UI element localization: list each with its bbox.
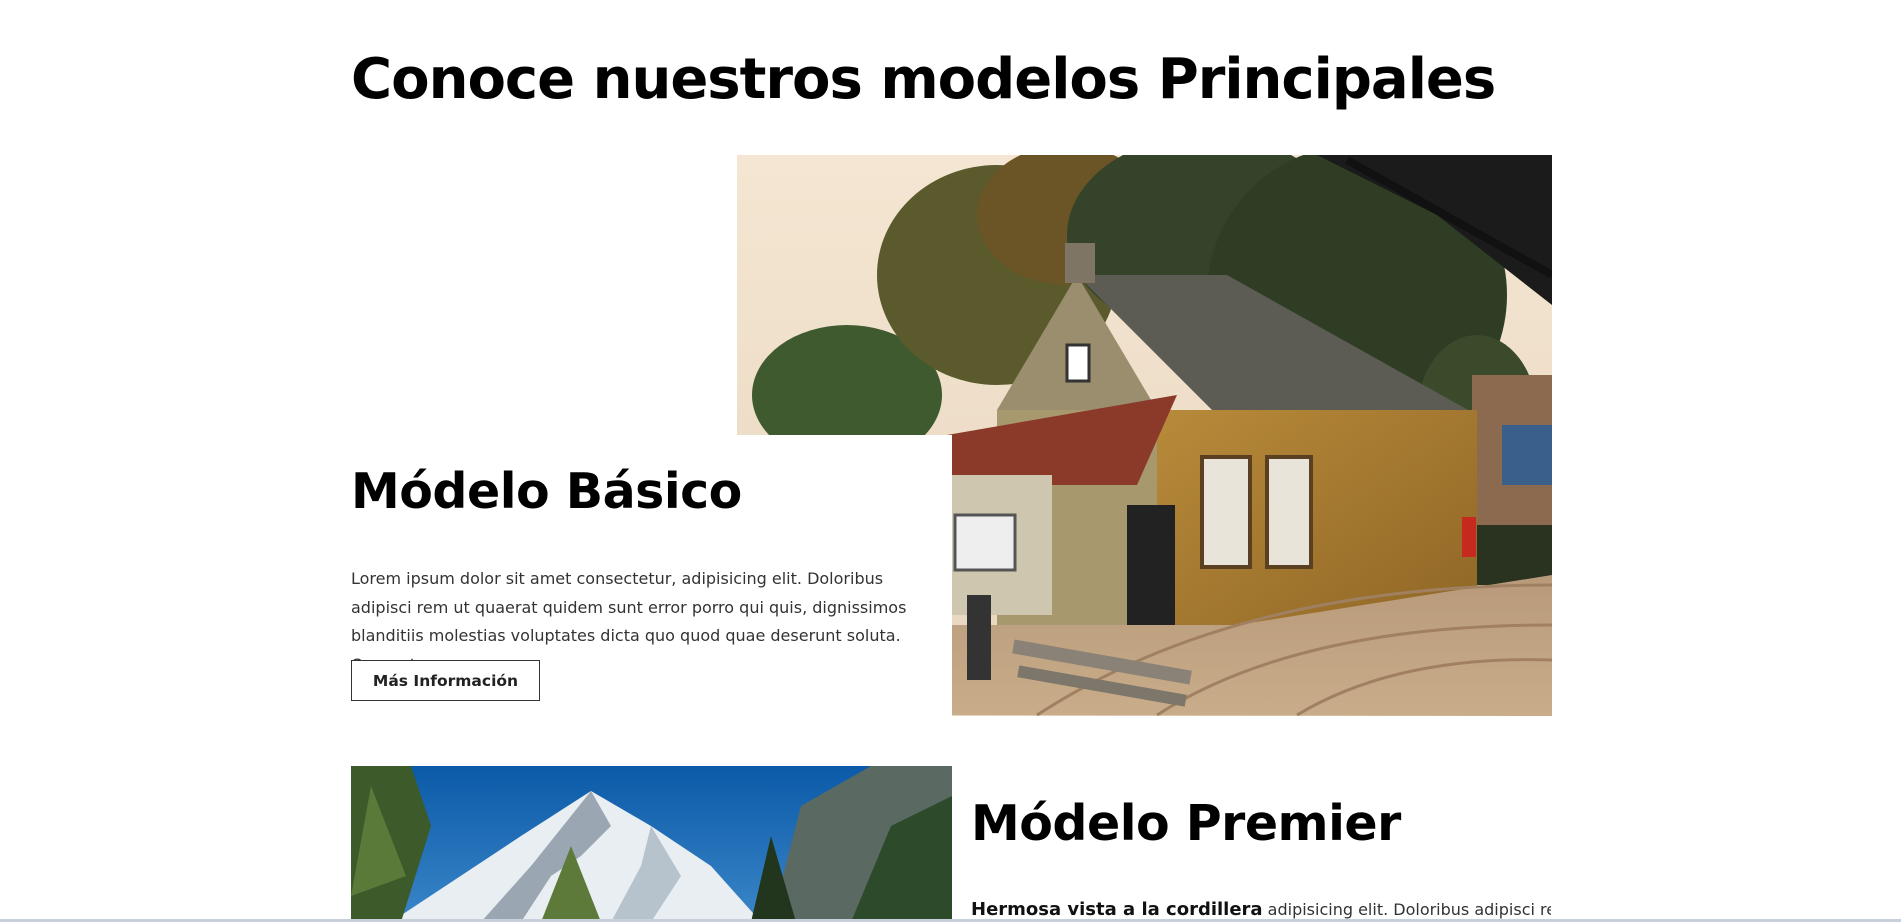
page: Conoce nuestros modelos Principales Móde… bbox=[0, 0, 1901, 922]
model-premier-title: Módelo Premier bbox=[971, 795, 1401, 852]
page-title: Conoce nuestros modelos Principales bbox=[351, 47, 1496, 112]
model-premier-description-text: adipisicing elit. Doloribus adipisci rem bbox=[1262, 900, 1551, 919]
more-info-button[interactable]: Más Información bbox=[351, 660, 540, 701]
model-basico-title: Módelo Básico bbox=[351, 463, 742, 520]
model-premier-highlight: Hermosa vista a la cordillera bbox=[971, 899, 1263, 920]
mountain-image bbox=[351, 766, 952, 922]
